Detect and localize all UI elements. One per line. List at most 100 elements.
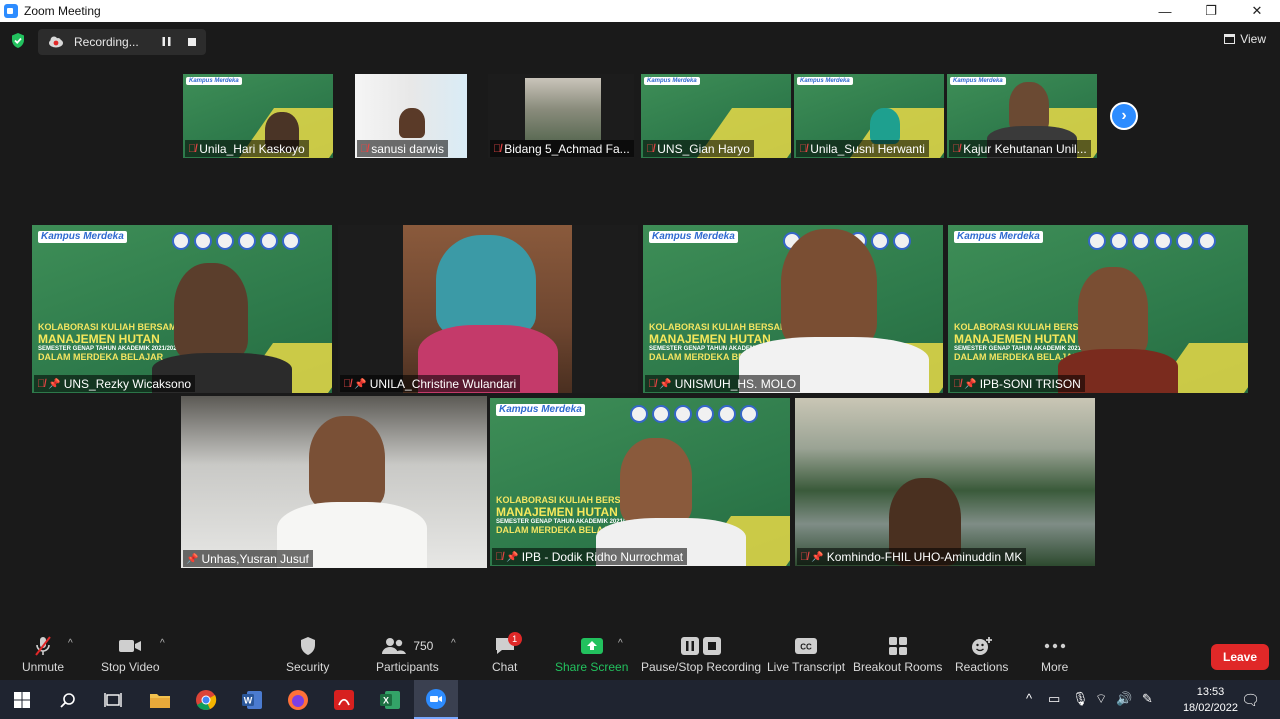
meeting-toolbar: Unmute ^ Stop Video ^ Security 750 Parti… <box>0 630 1280 680</box>
windows-taskbar: W X ^ ▭ 🎙 ⌔ 🔊 ✎ 13:53 18/02/2022 🗨 <box>0 680 1280 719</box>
video-tile[interactable]: Kampus Merdeka KOLABORASI KULIAH BERSAMA… <box>490 398 790 566</box>
share-options-chevron-icon[interactable]: ^ <box>618 638 623 649</box>
participant-face <box>620 438 692 524</box>
participant-name-label: 🎙̸ Kajur Kehutanan Unil... <box>949 140 1091 157</box>
firefox-icon[interactable] <box>284 686 312 714</box>
zoom-taskbar-icon[interactable] <box>414 680 458 719</box>
participant-hijab <box>436 235 536 335</box>
tray-overflow-chevron-icon[interactable]: ^ <box>1026 691 1032 706</box>
video-tile[interactable]: Kampus Merdeka KOLABORASI KULIAH BERSAMA… <box>32 225 332 393</box>
battery-icon[interactable]: ▭ <box>1048 691 1060 707</box>
pin-icon: 📌 <box>659 378 672 390</box>
volume-icon[interactable]: 🔊 <box>1116 691 1132 707</box>
university-logos <box>630 405 758 423</box>
video-tile[interactable]: 🎙̸ 📌 Komhindo-FHIL UHO-Aminuddin MK <box>795 398 1095 566</box>
kampus-logo: Kampus Merdeka <box>644 77 700 85</box>
notification-icon[interactable]: 🗨 <box>1241 691 1260 709</box>
leave-button[interactable]: Leave <box>1211 644 1269 670</box>
live-transcript-button[interactable]: CC Live Transcript <box>767 634 845 674</box>
next-page-arrow-icon[interactable]: › <box>1110 102 1138 130</box>
video-tile[interactable]: Kampus Merdeka KOLABORASI KULIAH BERSAMA… <box>948 225 1248 393</box>
participant-name-label: 🎙̸ 📌 Komhindo-FHIL UHO-Aminuddin MK <box>797 548 1027 565</box>
video-tile[interactable]: 🎙̸ Bidang 5_Achmad Fa... <box>488 74 634 158</box>
stop-video-label: Stop Video <box>101 660 160 674</box>
close-button[interactable]: ✕ <box>1234 0 1280 22</box>
active-speaker-tile[interactable]: 📌 Unhas,Yusran Jusuf <box>181 396 487 568</box>
pen-icon[interactable]: ✎ <box>1142 691 1153 707</box>
security-button[interactable]: Security <box>286 634 329 674</box>
meeting-area: Recording... View Kampus Merdeka 🎙̸ Unila… <box>0 22 1280 630</box>
share-screen-label: Share Screen <box>555 660 629 674</box>
mic-muted-icon: 🎙̸ <box>360 143 369 155</box>
view-grid-icon <box>1224 34 1236 44</box>
more-label: More <box>1041 660 1069 674</box>
kampus-logo: Kampus Merdeka <box>186 77 242 85</box>
pause-recording-icon[interactable] <box>162 37 171 46</box>
participant-face <box>174 263 248 359</box>
stop-recording-icon[interactable] <box>188 38 196 46</box>
video-tile[interactable]: Kampus Merdeka KOLABORASI KULIAH BERSAMA… <box>643 225 943 393</box>
chat-bubble-icon: 1 <box>494 632 522 658</box>
participant-name-label: 📌 Unhas,Yusran Jusuf <box>183 550 313 567</box>
minimize-button[interactable]: — <box>1142 0 1188 22</box>
participant-video <box>525 78 601 140</box>
view-button[interactable]: View <box>1224 32 1266 46</box>
file-explorer-icon[interactable] <box>146 686 174 714</box>
university-logos <box>172 232 300 250</box>
video-tile[interactable]: Kampus Merdeka 🎙̸ Unila_Susni Herwanti <box>794 74 944 158</box>
maximize-button[interactable]: ❐ <box>1188 0 1234 22</box>
search-icon[interactable] <box>54 686 82 714</box>
participants-options-chevron-icon[interactable]: ^ <box>451 638 456 649</box>
closed-caption-icon: CC <box>795 634 818 658</box>
video-tile[interactable]: 🎙̸ sanusi darwis <box>355 74 467 158</box>
pin-icon: 📌 <box>186 553 199 565</box>
pause-stop-recording-button[interactable]: Pause/Stop Recording <box>641 634 761 674</box>
audio-options-chevron-icon[interactable]: ^ <box>68 638 73 649</box>
chat-button[interactable]: 1 Chat <box>492 632 522 674</box>
participant-face <box>1078 267 1148 357</box>
participant-face <box>399 108 425 138</box>
word-icon[interactable]: W <box>238 686 266 714</box>
wifi-icon[interactable]: ⌔ <box>1095 691 1107 707</box>
view-label: View <box>1240 32 1266 46</box>
mic-muted-icon <box>33 634 53 658</box>
video-tile[interactable]: Kampus Merdeka 🎙̸ Kajur Kehutanan Unil... <box>947 74 1097 158</box>
video-options-chevron-icon[interactable]: ^ <box>160 638 165 649</box>
clock-time: 13:53 <box>1196 686 1225 698</box>
video-tile[interactable]: 🎙̸ 📌 UNILA_Christine Wulandari <box>338 225 638 393</box>
windows-start-icon[interactable] <box>8 686 36 714</box>
mic-muted-icon: 🎙̸ <box>343 378 352 390</box>
kampus-logo: Kampus Merdeka <box>797 77 853 85</box>
participant-name-label: 🎙̸ Unila_Susni Herwanti <box>796 140 929 157</box>
task-view-icon[interactable] <box>99 686 127 714</box>
more-button[interactable]: More <box>1041 634 1068 674</box>
mic-muted-icon: 🎙̸ <box>953 378 962 390</box>
video-camera-icon <box>118 634 142 658</box>
mic-muted-icon: 🎙̸ <box>799 143 808 155</box>
excel-icon[interactable]: X <box>376 686 404 714</box>
reactions-button[interactable]: Reactions <box>955 634 1008 674</box>
participant-name-label: 🎙̸ sanusi darwis <box>357 140 448 157</box>
pause-stop-recording-label: Pause/Stop Recording <box>641 660 762 674</box>
pin-icon: 📌 <box>964 378 977 390</box>
breakout-rooms-icon <box>888 634 908 658</box>
acrobat-icon[interactable] <box>330 686 358 714</box>
mic-muted-icon: 🎙̸ <box>952 143 961 155</box>
video-tile[interactable]: Kampus Merdeka 🎙̸ UNS_Gian Haryo <box>641 74 791 158</box>
microphone-tray-icon[interactable]: 🎙 <box>1072 691 1089 707</box>
participants-button[interactable]: 750 Participants <box>376 634 439 674</box>
breakout-rooms-button[interactable]: Breakout Rooms <box>853 634 942 674</box>
svg-text:CC: CC <box>800 643 812 652</box>
shield-icon[interactable] <box>10 32 26 49</box>
video-tile[interactable]: Kampus Merdeka 🎙̸ Unila_Hari Kaskoyo <box>183 74 333 158</box>
recording-indicator: Recording... <box>38 29 206 55</box>
system-clock[interactable]: 13:53 18/02/2022 <box>1183 684 1238 716</box>
unmute-button[interactable]: Unmute <box>22 634 64 674</box>
chrome-icon[interactable] <box>192 686 220 714</box>
stop-video-button[interactable]: Stop Video <box>101 634 160 674</box>
breakout-rooms-label: Breakout Rooms <box>853 660 943 674</box>
svg-text:W: W <box>244 696 253 706</box>
kampus-logo: Kampus Merdeka <box>954 231 1043 243</box>
window-title: Zoom Meeting <box>24 4 101 18</box>
participant-face <box>781 229 877 347</box>
